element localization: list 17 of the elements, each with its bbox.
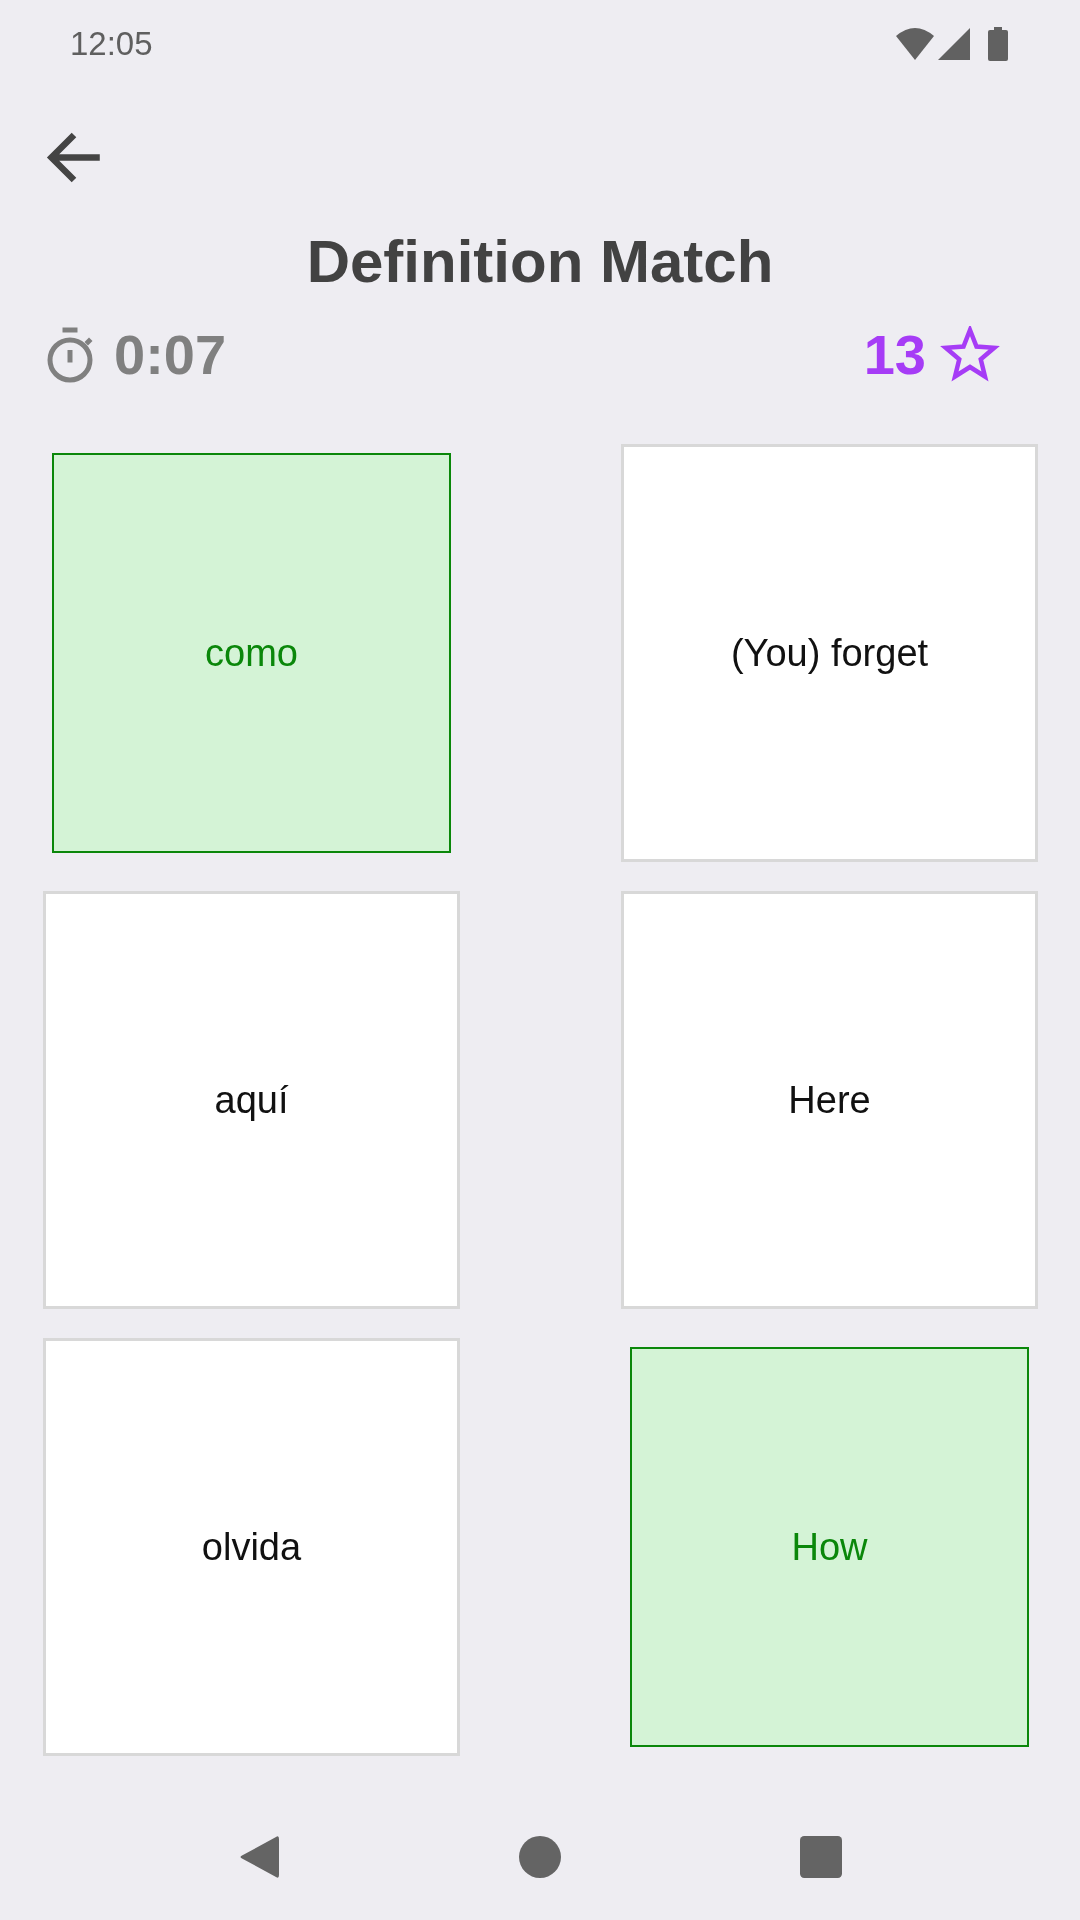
battery-icon [988,27,1008,61]
nav-recents-icon[interactable] [800,1835,842,1879]
word-card[interactable]: olvida [43,1338,460,1756]
nav-back-icon[interactable] [238,1835,280,1879]
timer-text: 0:07 [114,323,227,387]
wifi-icon [896,28,934,60]
word-card[interactable]: How [630,1347,1029,1747]
word-card[interactable]: como [52,453,451,853]
signal-icon [938,28,970,60]
word-card[interactable]: Here [621,891,1038,1309]
word-card[interactable]: (You) forget [621,444,1038,862]
screen-title: Definition Match [306,227,774,297]
word-card[interactable]: aquí [43,891,460,1309]
status-time: 12:05 [70,24,153,64]
score-text: 13 [863,323,926,387]
star-icon [940,326,1000,384]
nav-home-icon[interactable] [519,1835,561,1879]
